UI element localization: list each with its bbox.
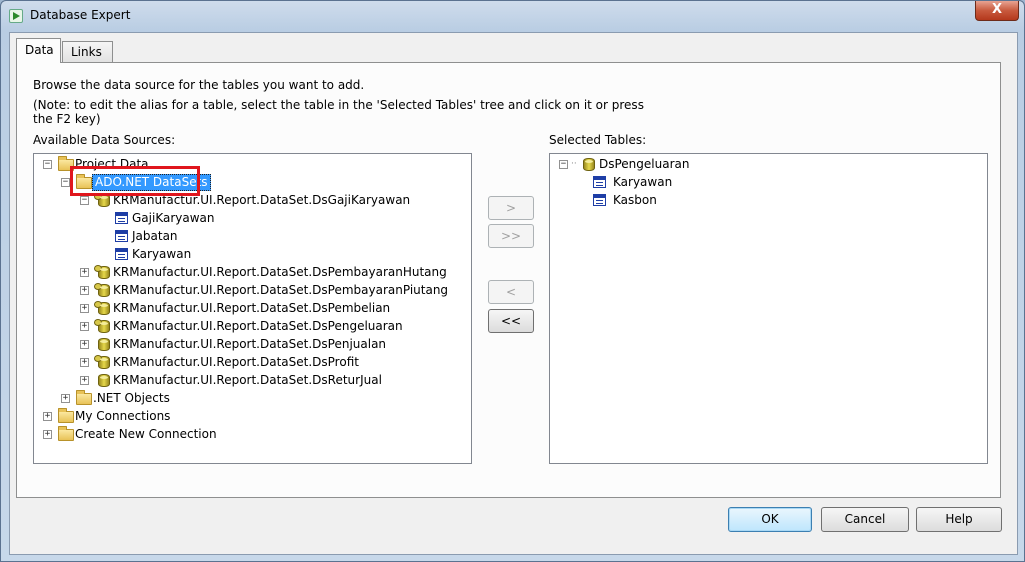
- tree-node-label: .NET Objects: [93, 391, 170, 405]
- expand-icon[interactable]: +: [80, 268, 89, 277]
- dialog-client-area: Data Links Browse the data source for th…: [9, 32, 1018, 555]
- folder-icon: [76, 390, 92, 405]
- tree-node-label: GajiKaryawan: [132, 211, 215, 225]
- tree-node-dataset[interactable]: + KRManufactur.UI.Report.DataSet.DsRetur…: [34, 371, 464, 389]
- expand-icon[interactable]: +: [43, 430, 52, 439]
- database-icon: [94, 301, 110, 315]
- tree-node-label: KRManufactur.UI.Report.DataSet.DsPembaya…: [113, 265, 447, 279]
- database-icon: [94, 265, 110, 279]
- table-icon: [593, 176, 606, 188]
- database-icon: [583, 158, 595, 171]
- instruction-note: (Note: to edit the alias for a table, se…: [33, 98, 644, 112]
- tree-node-table[interactable]: Jabatan: [34, 227, 464, 245]
- tree-node-label: KRManufactur.UI.Report.DataSet.DsPenjual…: [113, 337, 387, 351]
- database-expert-window: Database Expert X Data Links Browse the …: [0, 0, 1025, 562]
- selected-tables-tree[interactable]: − ·· DsPengeluaran Karyawan Kasbon: [549, 153, 988, 464]
- tree-node-selected-table[interactable]: Kasbon: [550, 191, 980, 209]
- database-icon: [98, 374, 110, 387]
- highlight-box: [70, 166, 200, 196]
- tree-node-label: Create New Connection: [75, 427, 217, 441]
- table-icon: [115, 212, 128, 224]
- tree-node-dataset[interactable]: + KRManufactur.UI.Report.DataSet.DsPenge…: [34, 317, 464, 335]
- expand-icon[interactable]: +: [80, 286, 89, 295]
- tree-node-dataset[interactable]: + KRManufactur.UI.Report.DataSet.DsProfi…: [34, 353, 464, 371]
- tree-node-table[interactable]: Karyawan: [34, 245, 464, 263]
- expand-icon[interactable]: +: [80, 304, 89, 313]
- tab-data[interactable]: Data: [16, 38, 61, 63]
- selected-tables-label: Selected Tables:: [549, 133, 647, 147]
- collapse-icon[interactable]: −: [559, 160, 568, 169]
- expand-icon[interactable]: +: [80, 376, 89, 385]
- tree-node-label: KRManufactur.UI.Report.DataSet.DsProfit: [113, 355, 359, 369]
- table-icon: [115, 230, 128, 242]
- tree-node-label: Kasbon: [613, 193, 657, 207]
- ok-button[interactable]: OK: [728, 507, 812, 532]
- data-tab-panel: Browse the data source for the tables yo…: [16, 62, 1001, 498]
- available-data-sources-label: Available Data Sources:: [33, 133, 176, 147]
- tree-node-label: Jabatan: [132, 229, 178, 243]
- help-button[interactable]: Help: [916, 507, 1002, 532]
- collapse-icon[interactable]: −: [80, 196, 89, 205]
- title-bar[interactable]: Database Expert X: [1, 1, 1024, 31]
- table-icon: [593, 194, 606, 206]
- cancel-button[interactable]: Cancel: [821, 507, 909, 532]
- tree-node-selected-table[interactable]: Karyawan: [550, 173, 980, 191]
- tree-node-dataset[interactable]: + KRManufactur.UI.Report.DataSet.DsPembe…: [34, 299, 464, 317]
- tab-links[interactable]: Links: [62, 41, 113, 62]
- tree-node-label: My Connections: [75, 409, 171, 423]
- tree-node-net-objects[interactable]: + .NET Objects: [34, 389, 464, 407]
- expand-icon[interactable]: +: [61, 394, 70, 403]
- database-icon: [94, 319, 110, 333]
- tree-node-selected-dataset[interactable]: − ·· DsPengeluaran: [550, 155, 980, 173]
- available-data-sources-tree[interactable]: − Project Data − ADO.NET DataSets − KRMa…: [33, 153, 472, 464]
- collapse-icon[interactable]: −: [61, 178, 70, 187]
- table-icon: [115, 248, 128, 260]
- close-button[interactable]: X: [975, 1, 1019, 21]
- tree-node-create-new-connection[interactable]: + Create New Connection: [34, 425, 464, 443]
- tree-node-label: KRManufactur.UI.Report.DataSet.DsReturJu…: [113, 373, 382, 387]
- tree-node-label: KRManufactur.UI.Report.DataSet.DsPembeli…: [113, 301, 391, 315]
- expand-icon[interactable]: +: [80, 358, 89, 367]
- tree-node-label: DsPengeluaran: [599, 157, 690, 171]
- database-icon: [94, 355, 110, 369]
- tree-node-label: Karyawan: [132, 247, 192, 261]
- instruction-text: Browse the data source for the tables yo…: [33, 78, 365, 92]
- app-icon: [9, 9, 23, 23]
- tree-node-dataset[interactable]: + KRManufactur.UI.Report.DataSet.DsPenju…: [34, 335, 464, 353]
- database-icon: [94, 283, 110, 297]
- folder-icon: [58, 426, 74, 441]
- tree-node-dataset[interactable]: + KRManufactur.UI.Report.DataSet.DsPemba…: [34, 281, 464, 299]
- folder-icon: [58, 408, 74, 423]
- expand-icon[interactable]: +: [43, 412, 52, 421]
- database-icon: [98, 338, 110, 351]
- tree-node-label: Karyawan: [613, 175, 673, 189]
- tree-node-table[interactable]: GajiKaryawan: [34, 209, 464, 227]
- tree-node-dataset[interactable]: + KRManufactur.UI.Report.DataSet.DsPemba…: [34, 263, 464, 281]
- remove-table-button[interactable]: <: [488, 280, 534, 304]
- add-table-button[interactable]: >: [488, 196, 534, 220]
- window-title: Database Expert: [30, 8, 131, 22]
- tree-node-label: KRManufactur.UI.Report.DataSet.DsPengelu…: [113, 319, 403, 333]
- expand-icon[interactable]: +: [80, 322, 89, 331]
- tree-node-my-connections[interactable]: + My Connections: [34, 407, 464, 425]
- instruction-note-cont: the F2 key): [33, 112, 101, 126]
- collapse-icon[interactable]: −: [43, 160, 52, 169]
- add-all-tables-button[interactable]: >>: [488, 224, 534, 248]
- expand-icon[interactable]: +: [80, 340, 89, 349]
- tree-node-label: KRManufactur.UI.Report.DataSet.DsPembaya…: [113, 283, 449, 297]
- remove-all-tables-button[interactable]: <<: [488, 309, 534, 333]
- tree-connector: ··: [571, 159, 577, 169]
